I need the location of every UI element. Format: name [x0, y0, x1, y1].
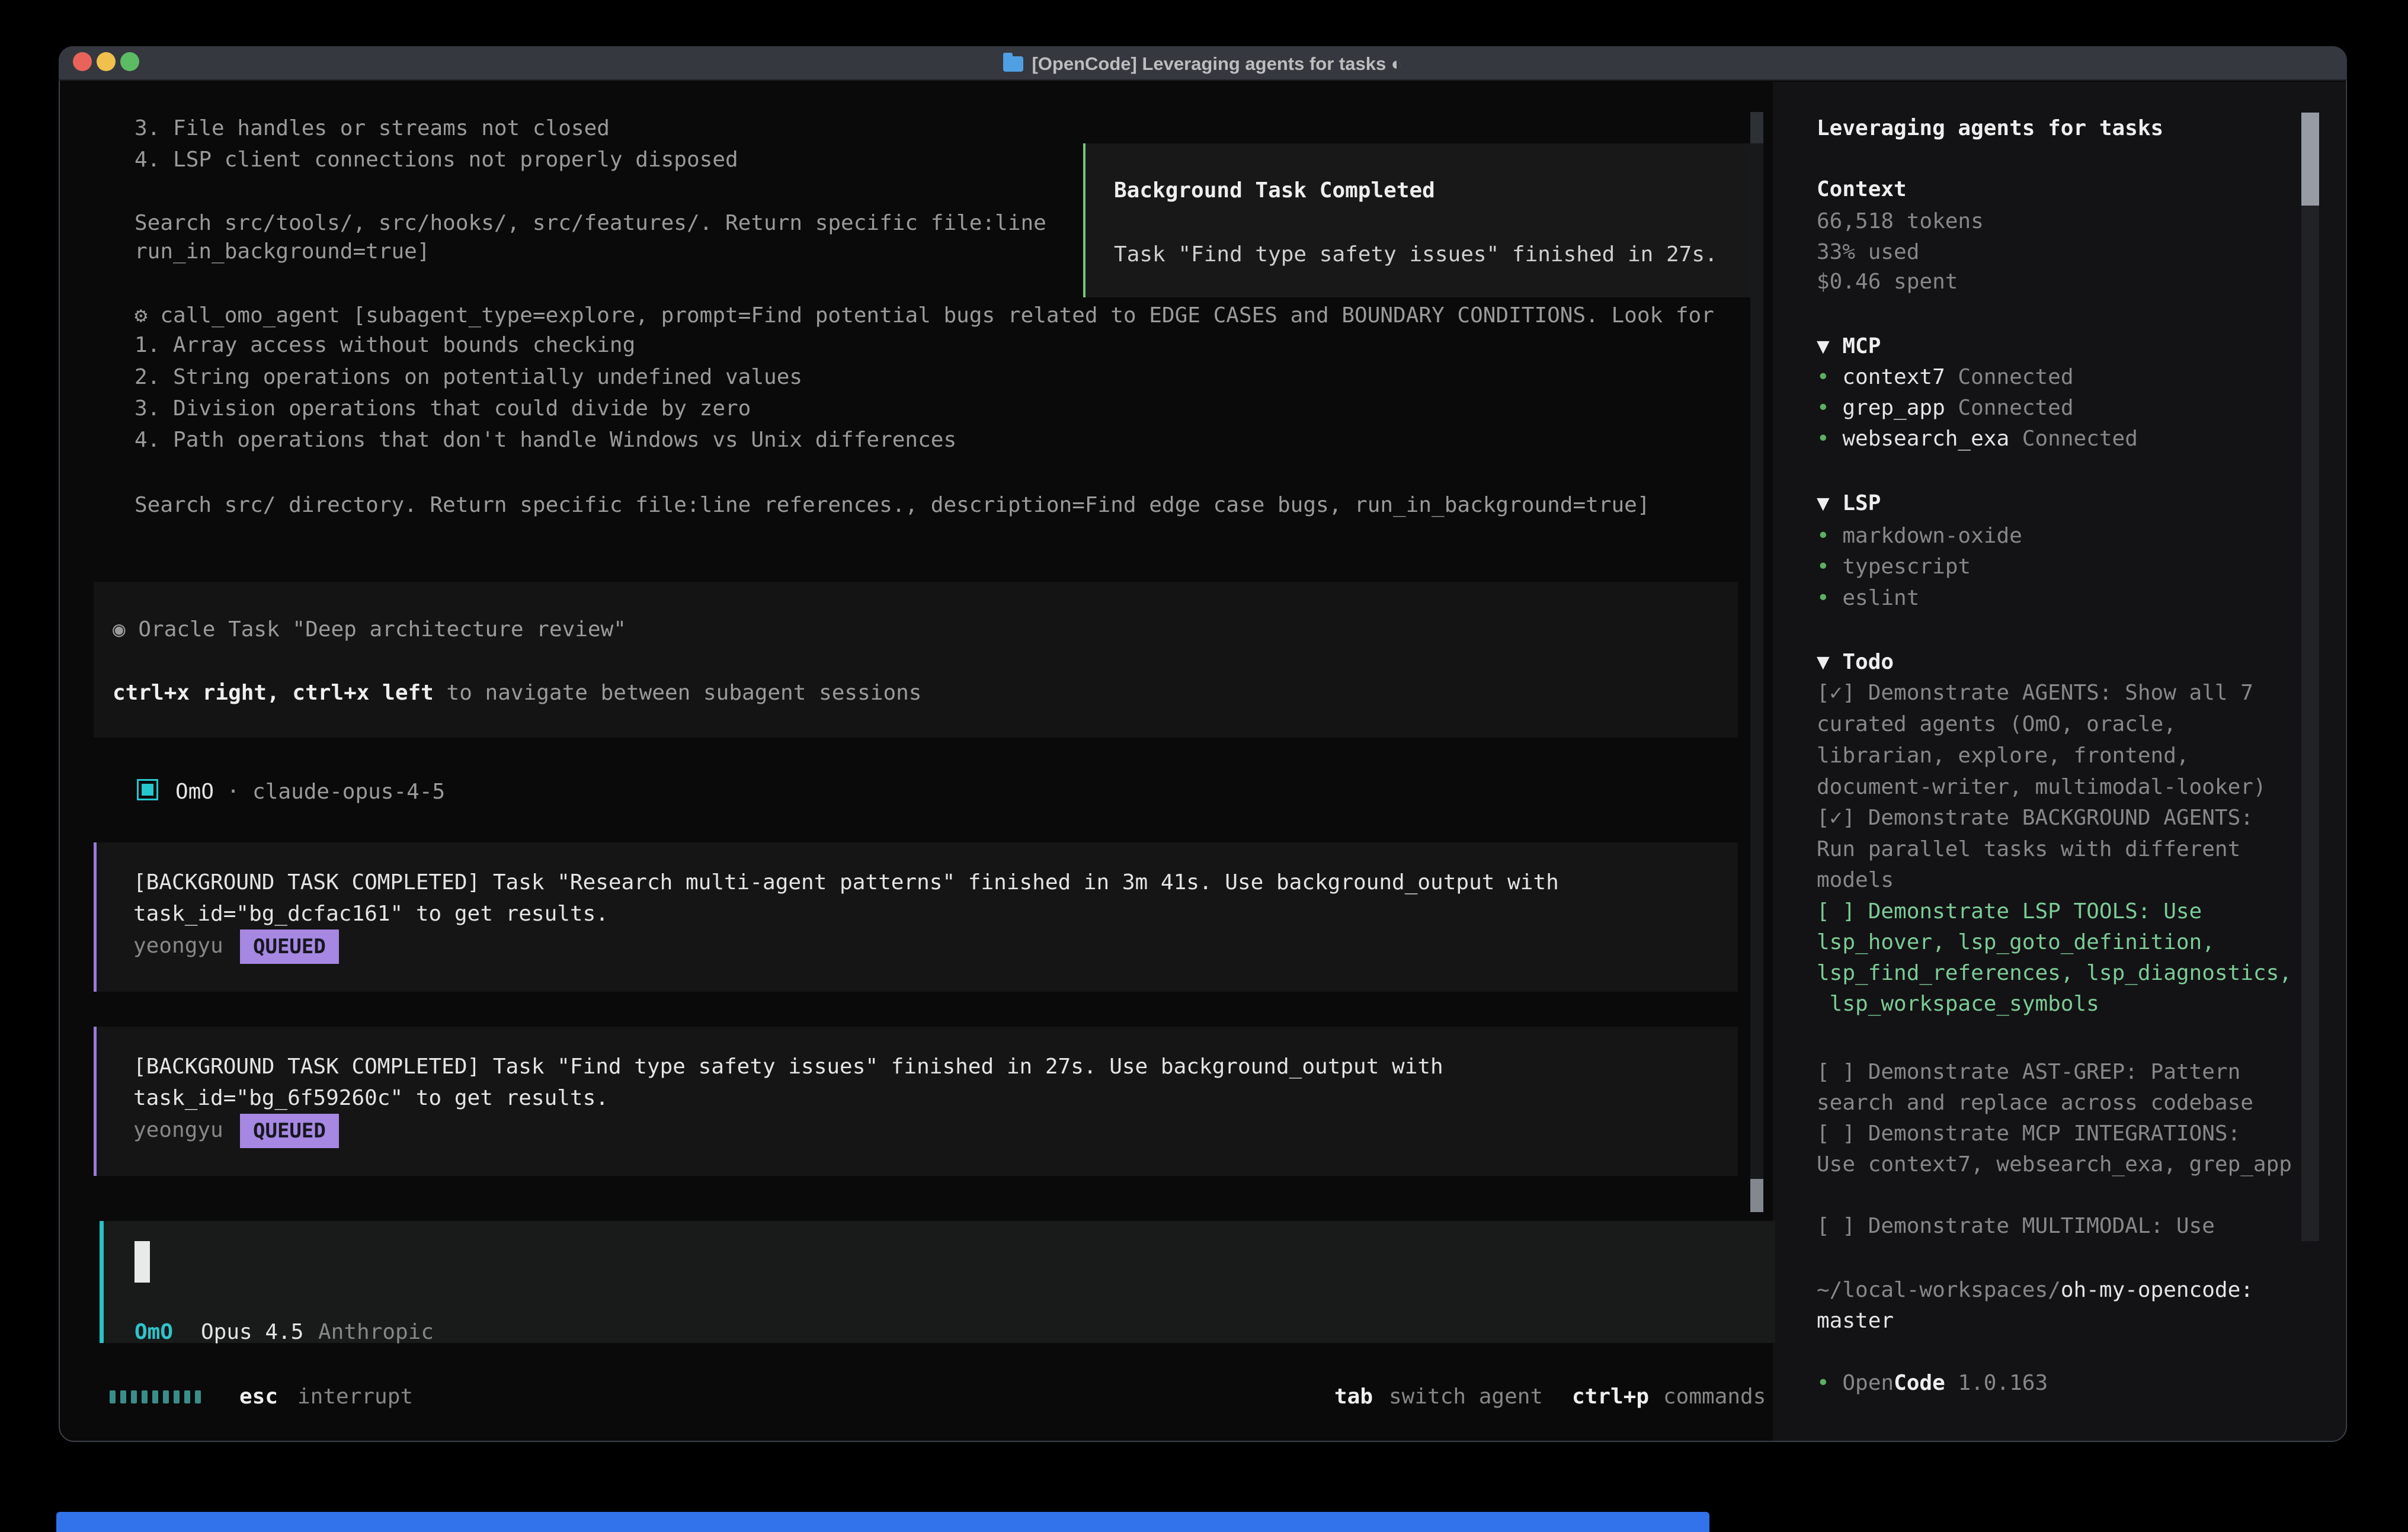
background-window-edge: [56, 1512, 1709, 1532]
chevron-down-icon: ▼: [1817, 491, 1842, 515]
agent-omo-icon: [137, 779, 158, 800]
todo-line: librarian, explore, frontend,: [1817, 741, 2189, 771]
task-line: task_id="bg_dcfac161" to get results.: [133, 899, 609, 930]
task-user: yeongyu: [133, 1115, 223, 1146]
task-user: yeongyu: [133, 931, 223, 961]
status-dot-icon: •: [1817, 1371, 1842, 1395]
todo-line: [✓] Demonstrate AGENTS: Show all 7: [1817, 678, 2253, 709]
shortcut-tab-key: tab: [1334, 1382, 1373, 1412]
tool-call-line: 2. String operations on potentially unde…: [135, 362, 802, 393]
todo-active-line: lsp_hover, lsp_goto_definition,: [1817, 927, 2215, 958]
shortcut-tab-label: switch agent: [1389, 1382, 1543, 1412]
todo-active-line: lsp_workspace_symbols: [1817, 989, 2099, 1020]
workspace-path: ~/local-workspaces/oh-my-opencode:: [1817, 1275, 2253, 1306]
status-dot-icon: •: [1817, 396, 1842, 420]
main-scrollbar-track[interactable]: [1750, 112, 1763, 1212]
tool-call-line: 4. Path operations that don't handle Win…: [135, 425, 956, 456]
task-card-typesafety: [BACKGROUND TASK COMPLETED] Task "Find t…: [94, 1027, 1738, 1176]
context-heading: Context: [1817, 174, 1907, 205]
sidebar-scrollbar-thumb[interactable]: [2301, 113, 2319, 206]
task-line: [BACKGROUND TASK COMPLETED] Task "Find t…: [133, 1052, 1443, 1082]
todo-section-header[interactable]: ▼ Todo: [1817, 647, 1894, 678]
status-badge: QUEUED: [240, 930, 339, 964]
scrollback-line: run_in_background=true]: [135, 236, 430, 267]
todo-line: search and replace across codebase: [1817, 1088, 2253, 1118]
todo-active-line: [ ] Demonstrate LSP TOOLS: Use: [1817, 896, 2202, 927]
shortcut-ctrlp-label: commands: [1663, 1382, 1766, 1412]
chevron-down-icon: ▼: [1817, 334, 1842, 358]
task-line: task_id="bg_6f59260c" to get results.: [133, 1083, 609, 1114]
status-dot-icon: •: [1817, 524, 1842, 548]
main-scrollbar-top-thumb[interactable]: [1750, 112, 1763, 143]
text-cursor: [135, 1241, 150, 1283]
lsp-section-header[interactable]: ▼ LSP: [1817, 488, 1881, 519]
oracle-task-hint: ctrl+x right, ctrl+x left to navigate be…: [113, 678, 921, 709]
status-dot-icon: •: [1817, 427, 1842, 451]
lsp-item: • typescript: [1817, 552, 1971, 582]
mcp-section-header[interactable]: ▼ MCP: [1817, 331, 1881, 362]
input-model-name[interactable]: Opus 4.5: [201, 1317, 303, 1348]
todo-line: Run parallel tasks with different: [1817, 834, 2240, 865]
status-badge: QUEUED: [240, 1114, 339, 1148]
workspace-branch: master: [1817, 1306, 1894, 1337]
oracle-task-title: ◉ Oracle Task "Deep architecture review": [113, 614, 626, 645]
status-dot-icon: •: [1817, 586, 1842, 610]
mcp-item: • websearch_exa Connected: [1817, 424, 2138, 454]
version-line: • OpenCode 1.0.163: [1817, 1368, 2048, 1399]
status-dot-icon: •: [1817, 555, 1842, 579]
input-provider-name: Anthropic: [318, 1317, 434, 1348]
todo-line: curated agents (OmO, oracle,: [1817, 709, 2176, 740]
notification-body: Task "Find type safety issues" finished …: [1114, 239, 1718, 270]
shortcut-esc-key: esc: [239, 1382, 278, 1412]
lsp-item: • markdown-oxide: [1817, 521, 2022, 552]
scrollback-line: Search src/tools/, src/hooks/, src/featu…: [135, 208, 1046, 239]
context-tokens: 66,518 tokens: [1817, 206, 1984, 237]
gear-icon: ⚙: [135, 303, 160, 328]
todo-line: [ ] Demonstrate MULTIMODAL: Use: [1817, 1211, 2215, 1242]
task-card-research: [BACKGROUND TASK COMPLETED] Task "Resear…: [94, 842, 1738, 992]
chevron-down-icon: ▼: [1817, 650, 1842, 674]
todo-line: [✓] Demonstrate BACKGROUND AGENTS:: [1817, 803, 2253, 834]
sidebar-scrollbar-track[interactable]: [2301, 113, 2319, 1241]
todo-line: models: [1817, 865, 1894, 896]
scrollback-line: 3. File handles or streams not closed: [135, 113, 610, 144]
task-line: [BACKGROUND TASK COMPLETED] Task "Resear…: [133, 867, 1559, 898]
folder-icon: [1003, 56, 1023, 72]
context-spent: $0.46 spent: [1817, 267, 1958, 297]
todo-line: [ ] Demonstrate AST-GREP: Pattern: [1817, 1057, 2240, 1088]
oracle-task-card: ◉ Oracle Task "Deep architecture review"…: [94, 582, 1738, 738]
mcp-item: • context7 Connected: [1817, 362, 2074, 393]
session-title: Leveraging agents for tasks: [1817, 113, 2163, 144]
shortcut-ctrlp-key: ctrl+p: [1572, 1382, 1649, 1412]
context-used: 33% used: [1817, 237, 1919, 268]
todo-line: [ ] Demonstrate MCP INTEGRATIONS:: [1817, 1118, 2240, 1149]
lsp-item: • eslint: [1817, 583, 1919, 614]
mcp-item: • grep_app Connected: [1817, 393, 2074, 424]
main-scrollbar-thumb[interactable]: [1750, 1179, 1763, 1212]
notification-title: Background Task Completed: [1114, 175, 1435, 206]
scrollback-line: 4. LSP client connections not properly d…: [135, 145, 738, 175]
agent-header: OmO · claude-opus-4-5: [175, 777, 445, 807]
tool-call-line: 1. Array access without bounds checking: [135, 330, 635, 361]
input-agent-name[interactable]: OmO: [135, 1317, 173, 1348]
prompt-input[interactable]: OmO Opus 4.5 Anthropic: [100, 1221, 1775, 1343]
window-title: [OpenCode] Leveraging agents for tasks ◐: [59, 53, 2347, 75]
tool-call-footer: Search src/ directory. Return specific f…: [135, 490, 1650, 521]
progress-dots: [110, 1390, 206, 1406]
shortcut-esc-label: interrupt: [297, 1382, 413, 1412]
status-dot-icon: •: [1817, 365, 1842, 389]
tool-call-line: 3. Division operations that could divide…: [135, 393, 751, 424]
todo-line: Use context7, websearch_exa, grep_app: [1817, 1149, 2292, 1180]
todo-line: document-writer, multimodal-looker): [1817, 772, 2266, 803]
background-task-notification: Background Task Completed Task "Find typ…: [1083, 143, 1759, 297]
todo-active-line: lsp_find_references, lsp_diagnostics,: [1817, 958, 2292, 989]
tool-call-header: ⚙ call_omo_agent [subagent_type=explore,…: [135, 300, 1714, 331]
